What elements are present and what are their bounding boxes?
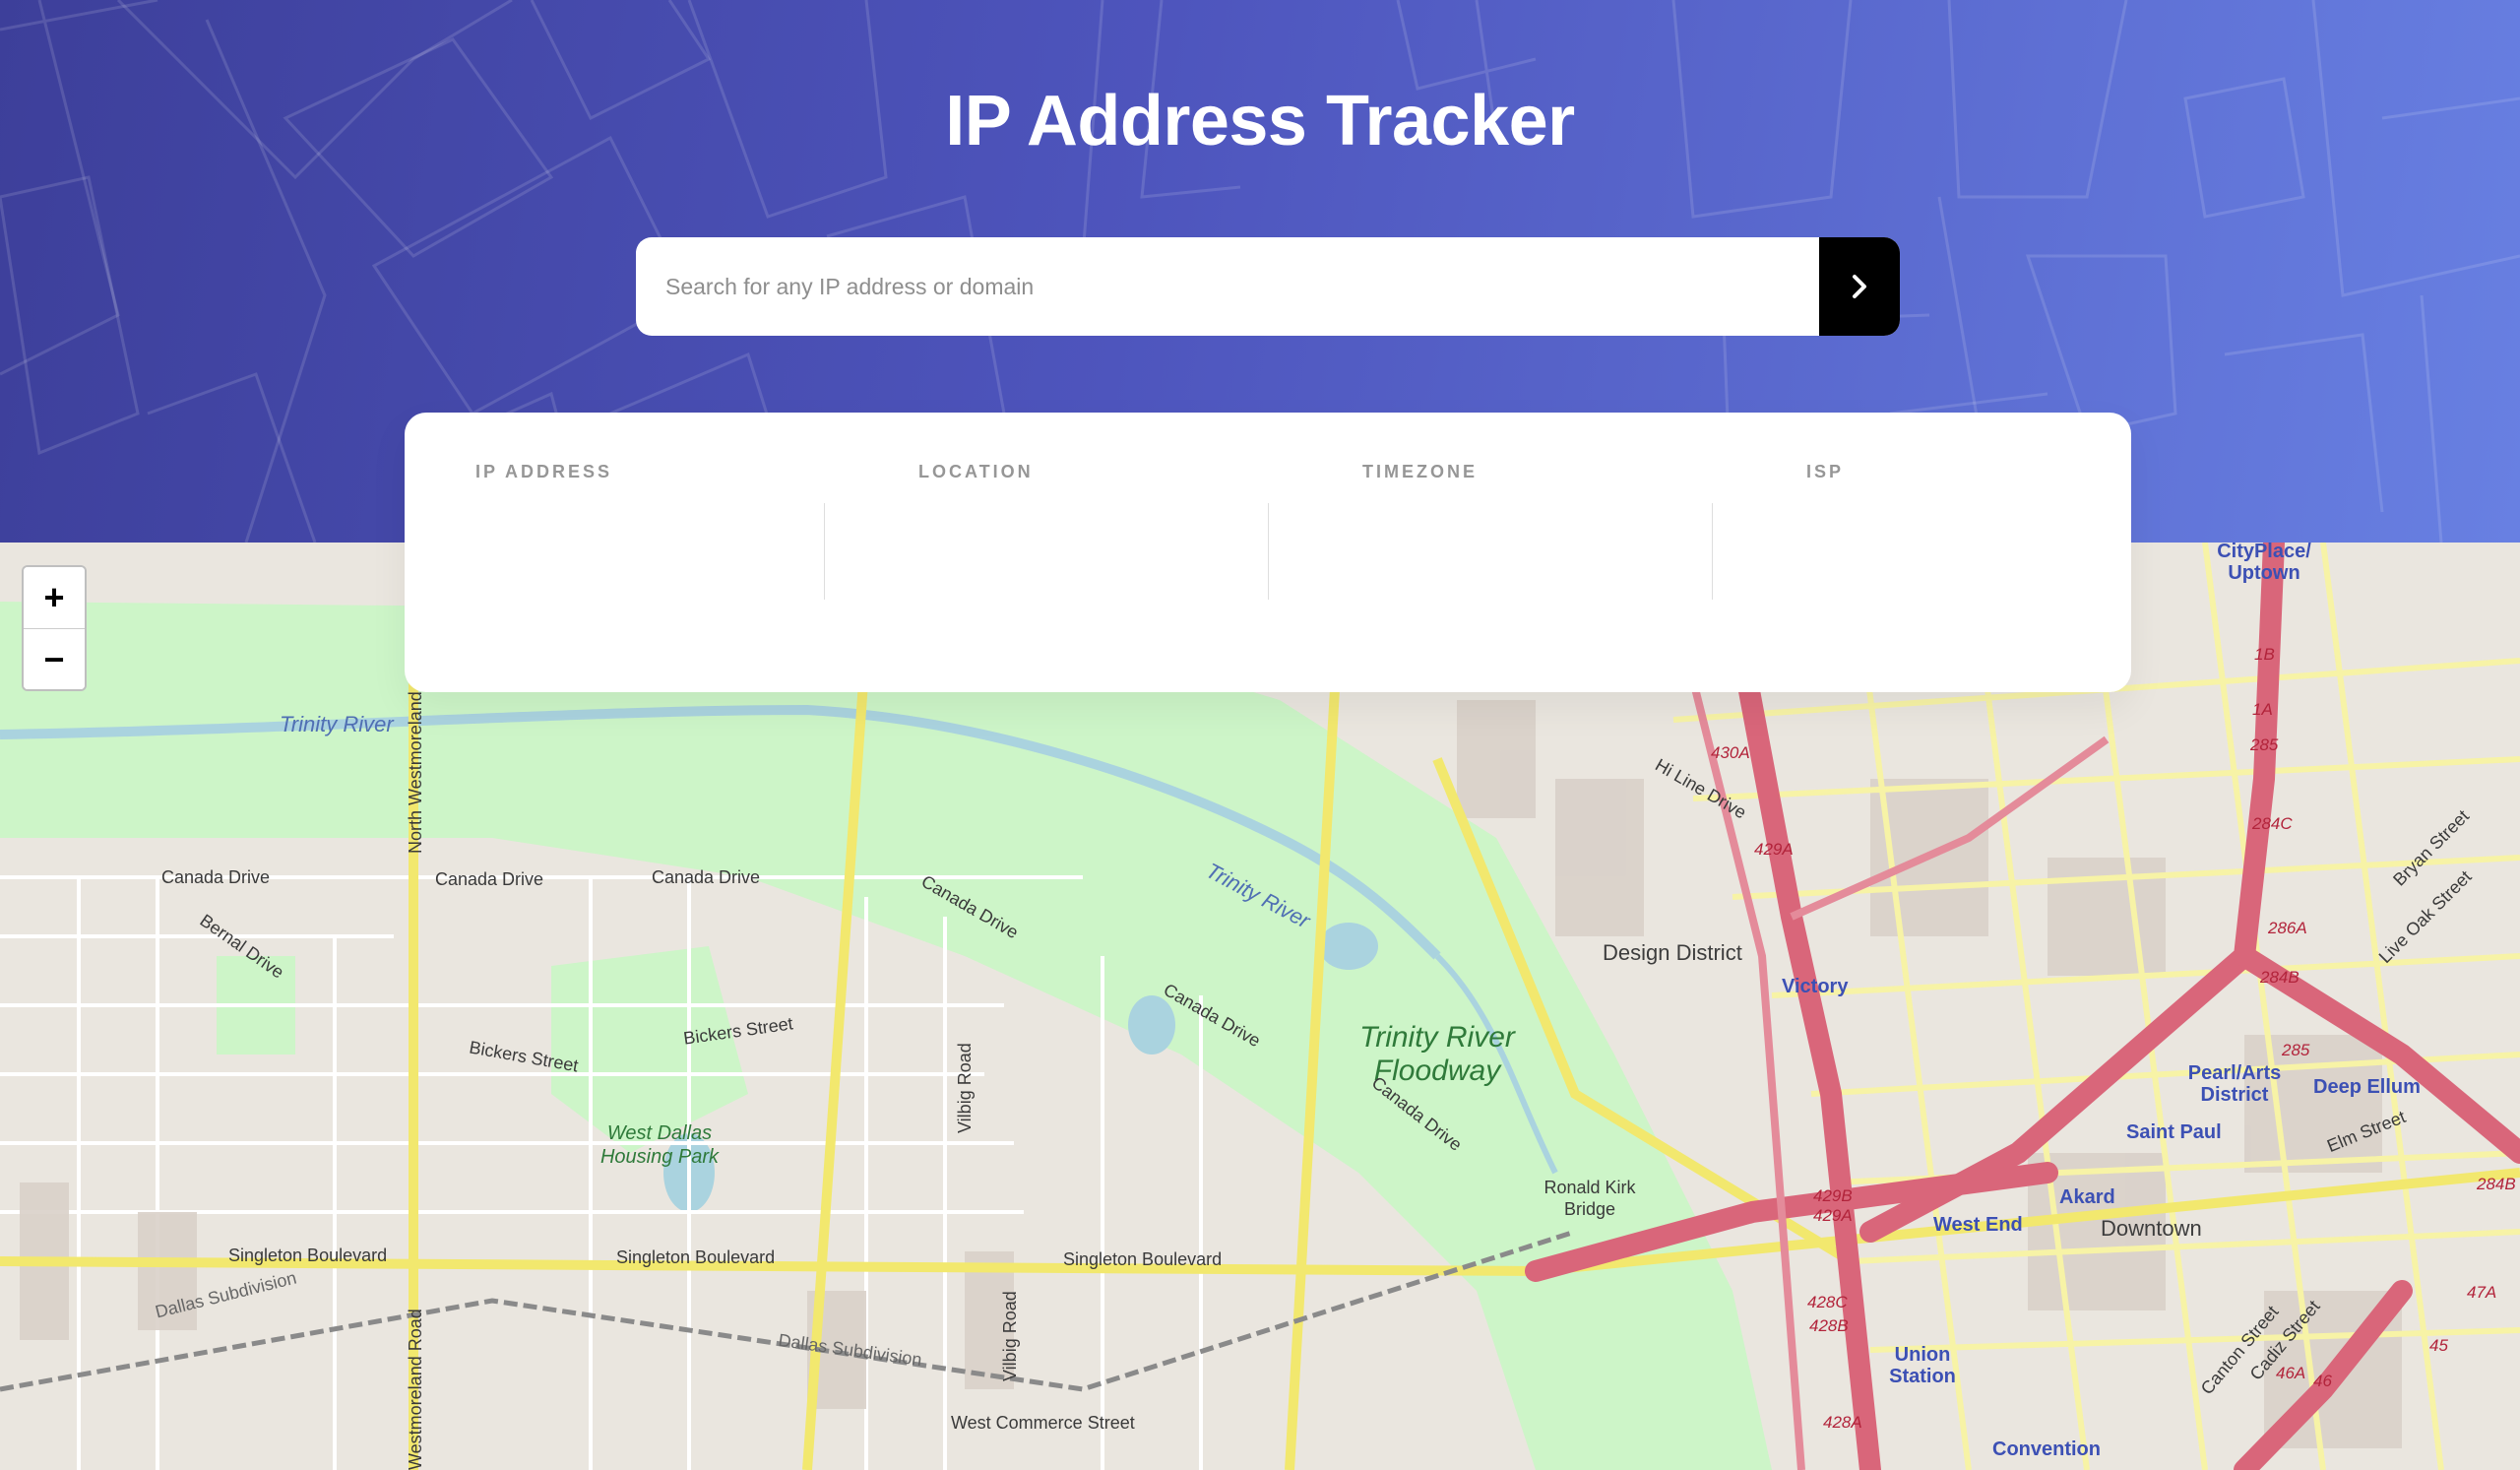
map-label-saint-paul: Saint Paul bbox=[2126, 1121, 2222, 1143]
map-label-victory: Victory bbox=[1782, 976, 1849, 997]
map-label-exit-1a: 1A bbox=[2252, 700, 2273, 719]
ip-info-card: IP ADDRESS LOCATION TIMEZONE ISP bbox=[405, 413, 2131, 692]
stat-label: TIMEZONE bbox=[1362, 462, 1478, 481]
map-label-design-district: Design District bbox=[1603, 940, 1742, 965]
stat-ip-address: IP ADDRESS bbox=[475, 413, 810, 692]
zoom-out-button[interactable]: − bbox=[24, 628, 85, 689]
map-label-exit-429b: 429B bbox=[1813, 1186, 1853, 1205]
map-label-singleton-boulevard: Singleton Boulevard bbox=[616, 1247, 776, 1267]
map-label-union-station: Union Station bbox=[1889, 1344, 1956, 1387]
map-label-west-dallas-housing-park: West Dallas Housing Park bbox=[599, 1122, 720, 1168]
map-label-canada-drive: Canada Drive bbox=[435, 869, 544, 889]
page-title: IP Address Tracker bbox=[945, 82, 1575, 160]
map-label-north-westmoreland: North Westmoreland bbox=[406, 691, 425, 854]
map-label-singleton-boulevard: Singleton Boulevard bbox=[1063, 1249, 1223, 1269]
stat-label: IP ADDRESS bbox=[475, 462, 613, 481]
map-label-west-commerce-street: West Commerce Street bbox=[951, 1413, 1135, 1433]
map-label-exit-428c: 428C bbox=[1807, 1293, 1848, 1311]
stat-timezone: TIMEZONE bbox=[1362, 413, 1697, 692]
stat-label: ISP bbox=[1806, 462, 1845, 481]
stat-divider bbox=[1712, 503, 1713, 600]
map-label-downtown: Downtown bbox=[2101, 1216, 2202, 1241]
search-submit-button[interactable] bbox=[1819, 237, 1900, 336]
map-label-exit-429a: 429A bbox=[1813, 1206, 1853, 1225]
stat-divider bbox=[824, 503, 825, 600]
search-form bbox=[636, 237, 1900, 336]
map-label-canada-drive: Canada Drive bbox=[652, 867, 761, 887]
map-label-exit-46a: 46A bbox=[2276, 1364, 2306, 1382]
map-label-trinity-river: Trinity River bbox=[280, 712, 394, 736]
map-label-exit-284c: 284C bbox=[2252, 814, 2293, 833]
map-label-pearl-arts-district: Pearl/Arts District bbox=[2187, 1062, 2282, 1106]
map-label-trinity-river-floodway: Trinity River Floodway bbox=[1359, 1021, 1515, 1087]
map-label-exit-286a: 286A bbox=[2268, 919, 2307, 937]
map-label-vilbig-road: Vilbig Road bbox=[1000, 1291, 1020, 1381]
map-label-vilbig-road: Vilbig Road bbox=[955, 1043, 975, 1133]
map-label-deep-ellum: Deep Ellum bbox=[2313, 1076, 2421, 1098]
map-label-singleton-boulevard: Singleton Boulevard bbox=[228, 1246, 388, 1265]
stat-divider bbox=[1268, 503, 1269, 600]
map-label-convention: Convention bbox=[1992, 1438, 2101, 1460]
map-label-exit-284b: 284B bbox=[2477, 1175, 2516, 1193]
stat-isp: ISP bbox=[1806, 413, 2102, 692]
map-label-exit-429a: 429A bbox=[1754, 840, 1794, 859]
map-label-exit-428a: 428A bbox=[1823, 1413, 1862, 1432]
map-zoom-control: + − bbox=[22, 565, 87, 691]
map-label-exit-284b: 284B bbox=[2260, 968, 2300, 987]
map-label-exit-428b: 428B bbox=[1809, 1316, 1849, 1335]
map-label-canada-drive: Canada Drive bbox=[161, 867, 271, 887]
search-input[interactable] bbox=[636, 237, 1819, 336]
stat-label: LOCATION bbox=[918, 462, 1034, 481]
map-label-westmoreland-road: Westmoreland Road bbox=[406, 1309, 425, 1470]
chevron-right-icon bbox=[1853, 275, 1866, 298]
map-label-cityplace-uptown: CityPlace/ Uptown bbox=[2217, 543, 2311, 584]
map-label-exit-1b: 1B bbox=[2254, 645, 2275, 664]
map-label-exit-46: 46 bbox=[2313, 1372, 2332, 1390]
map-label-akard: Akard bbox=[2059, 1186, 2115, 1208]
map-label-ronald-kirk-bridge: Ronald Kirk Bridge bbox=[1544, 1178, 1636, 1219]
map-label-exit-47a: 47A bbox=[2467, 1283, 2497, 1302]
map-label-west-end: West End bbox=[1933, 1214, 2023, 1236]
stat-location: LOCATION bbox=[918, 413, 1253, 692]
map-label-exit-285: 285 bbox=[2282, 1041, 2310, 1059]
map-label-exit-285: 285 bbox=[2250, 735, 2279, 754]
zoom-in-button[interactable]: + bbox=[24, 567, 85, 628]
map-label-exit-430a: 430A bbox=[1711, 743, 1750, 762]
map-label-exit-45: 45 bbox=[2429, 1336, 2448, 1355]
